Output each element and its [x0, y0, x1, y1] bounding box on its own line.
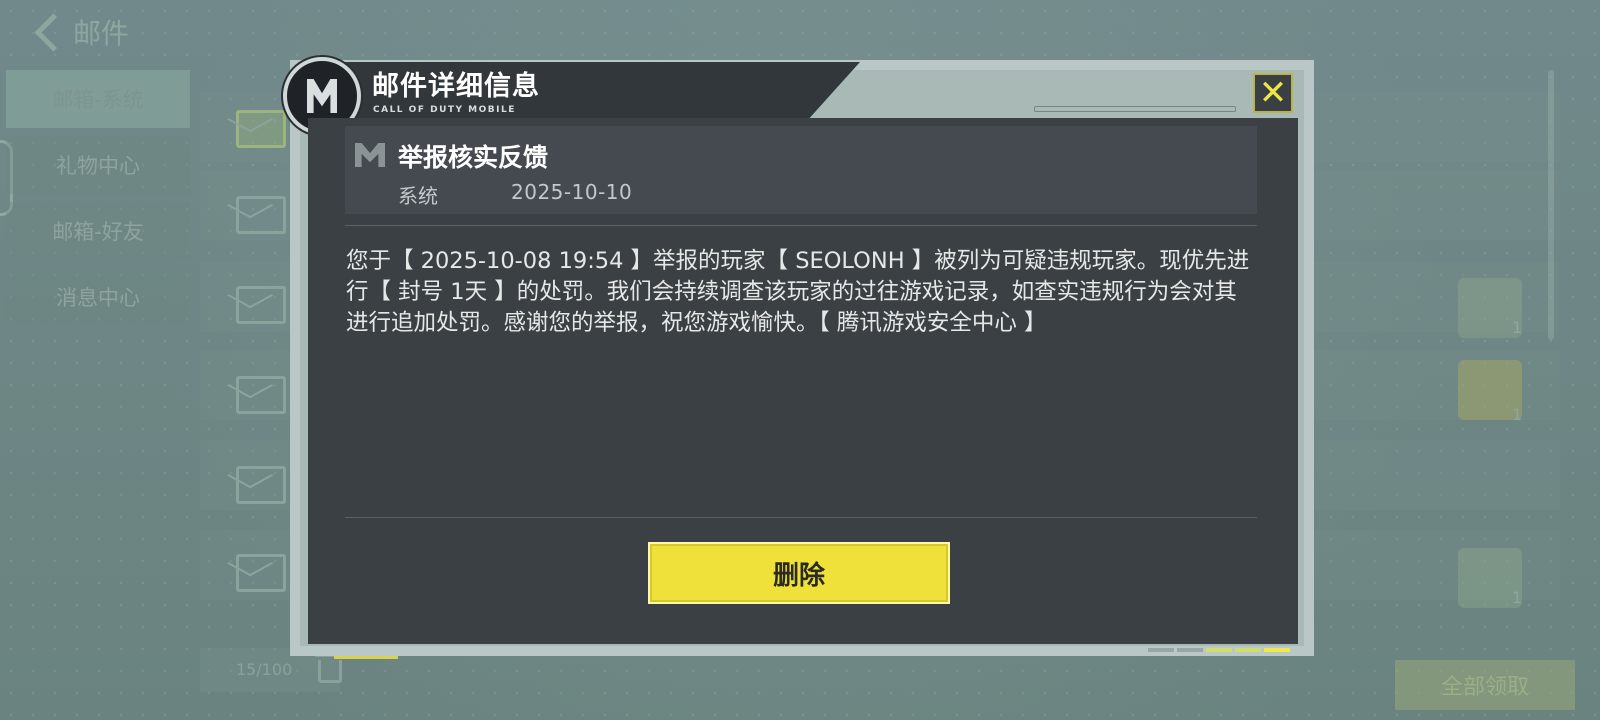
mail-body: 您于【 2025-10-08 19:54 】举报的玩家【 SEOLONH 】被列… [346, 248, 1250, 336]
mail-subject: 举报核实反馈 [398, 143, 549, 172]
attachment-count: 1 [1512, 405, 1523, 424]
tab-message-center[interactable]: 消息中心 [6, 268, 190, 326]
close-button[interactable]: ✕ [1253, 73, 1293, 113]
dialog-footer-decoration [1148, 648, 1290, 652]
dialog-progress-track [1034, 106, 1236, 112]
mail-envelope-icon [236, 466, 286, 504]
mail-item [236, 286, 286, 324]
brand-subtitle: CALL OF DUTY MOBILE [373, 105, 516, 115]
tab-gift-center[interactable]: 礼物中心 [6, 136, 190, 194]
mail-envelope-icon [236, 110, 286, 148]
codm-logo-icon [307, 79, 337, 113]
mail-item [236, 554, 286, 592]
footer-dash [1235, 648, 1261, 652]
attachment-count: 1 [1512, 318, 1523, 337]
mail-date: 2025-10-10 [511, 180, 633, 204]
delete-button[interactable]: 删除 [648, 542, 950, 604]
mail-envelope-icon [236, 554, 286, 592]
attachment-count: 1 [1512, 588, 1523, 607]
mail-item [236, 110, 286, 148]
mail-screen-title: 邮件 [73, 17, 130, 50]
dialog-title: 邮件详细信息 [372, 71, 540, 102]
mail-envelope-icon [236, 286, 286, 324]
footer-divider [345, 517, 1257, 518]
trash-icon[interactable] [315, 654, 342, 683]
footer-dash [1206, 648, 1232, 652]
mail-envelope-icon [236, 196, 286, 234]
footer-dash [1177, 648, 1203, 652]
footer-dash [1264, 648, 1290, 652]
mail-item [236, 196, 286, 234]
collect-all-button[interactable]: 全部领取 [1395, 660, 1575, 710]
dialog-bottom-accent [334, 656, 398, 659]
back-header[interactable]: 邮件 [30, 12, 129, 52]
mail-side-tabs: 邮箱-系统 礼物中心 邮箱-好友 消息中心 [6, 70, 190, 334]
mail-list-scrollbar[interactable] [1548, 70, 1554, 340]
mail-item [236, 376, 286, 414]
mail-item [236, 466, 286, 504]
header-divider [345, 225, 1257, 226]
mail-sender: 系统 [398, 184, 438, 208]
mail-count: 15/100 [236, 660, 293, 679]
back-arrow-icon[interactable] [34, 12, 73, 52]
tab-friend-mail[interactable]: 邮箱-好友 [6, 202, 190, 260]
tab-system-mail[interactable]: 邮箱-系统 [6, 70, 190, 128]
footer-dash [1148, 648, 1174, 652]
mail-envelope-icon [236, 376, 286, 414]
